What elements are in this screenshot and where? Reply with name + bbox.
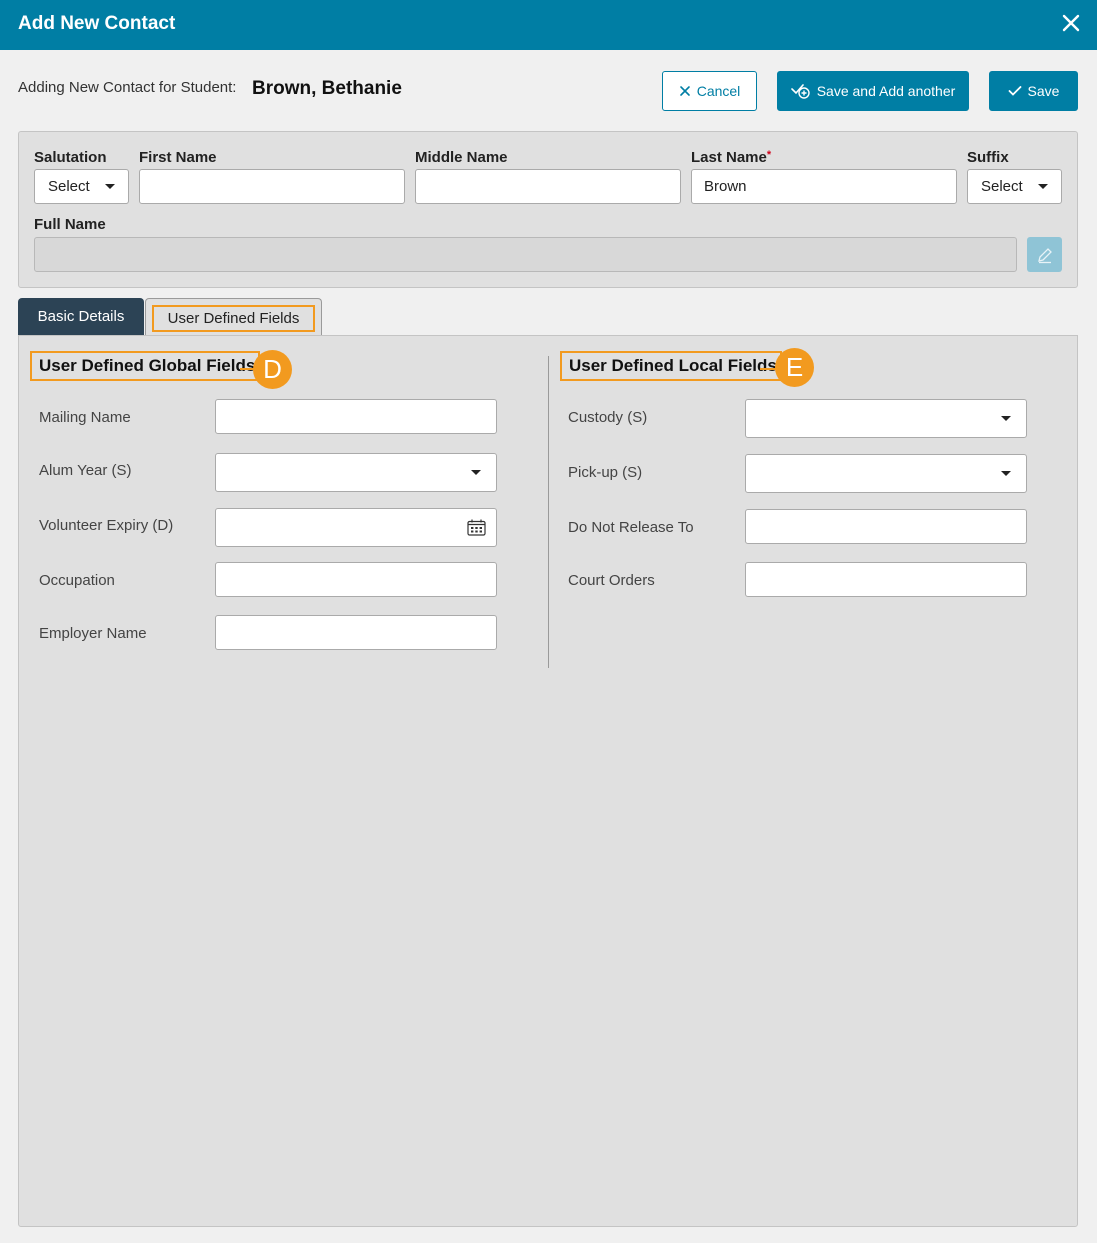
- salutation-select[interactable]: Select: [34, 169, 129, 204]
- section-divider: [548, 356, 549, 668]
- do-not-release-label: Do Not Release To: [568, 519, 694, 536]
- employer-name-field[interactable]: [215, 615, 497, 650]
- caret-down-icon: [1038, 184, 1048, 189]
- custody-label: Custody (S): [568, 409, 648, 426]
- volunteer-expiry-label: Volunteer Expiry (D): [39, 517, 174, 534]
- add-check-icon: [790, 84, 810, 99]
- custody-select[interactable]: [745, 399, 1027, 438]
- cancel-label: Cancel: [696, 83, 741, 99]
- suffix-value: Select: [981, 178, 1023, 195]
- x-icon: [679, 86, 690, 96]
- court-orders-field[interactable]: [745, 562, 1027, 597]
- callout-line: [240, 368, 254, 370]
- last-name-label: Last Name*: [691, 149, 771, 166]
- last-name-label-text: Last Name: [691, 149, 767, 166]
- tab-basic-details[interactable]: Basic Details: [18, 298, 144, 335]
- do-not-release-field[interactable]: [745, 509, 1027, 544]
- middle-name-field[interactable]: [415, 169, 681, 204]
- full-name-field: [34, 237, 1017, 272]
- volunteer-expiry-field[interactable]: [215, 508, 497, 547]
- employer-name-label: Employer Name: [39, 625, 147, 642]
- local-fields-title: User Defined Local Fields: [560, 351, 782, 381]
- salutation-value: Select: [48, 178, 90, 195]
- save-and-add-label: Save and Add another: [816, 83, 956, 99]
- pick-up-label: Pick-up (S): [568, 464, 643, 481]
- callout-badge-d: D: [253, 350, 292, 389]
- caret-down-icon: [471, 470, 481, 475]
- edit-full-name-button[interactable]: [1027, 237, 1062, 272]
- calendar-icon[interactable]: [467, 519, 486, 536]
- caret-down-icon: [105, 184, 115, 189]
- dialog-title: Add New Contact: [18, 13, 176, 34]
- suffix-select[interactable]: Select: [967, 169, 1062, 204]
- occupation-label: Occupation: [39, 572, 115, 589]
- student-name: Brown, Bethanie: [252, 78, 402, 99]
- cancel-button[interactable]: Cancel: [662, 71, 757, 111]
- mailing-name-label: Mailing Name: [39, 409, 131, 426]
- student-label: Adding New Contact for Student:: [18, 79, 237, 96]
- alum-year-label: Alum Year (S): [39, 462, 132, 479]
- check-icon: [1008, 86, 1021, 96]
- name-section: Salutation Select First Name Middle Name…: [18, 131, 1078, 288]
- suffix-label: Suffix: [967, 149, 1009, 166]
- global-fields-title: User Defined Global Fields: [30, 351, 261, 381]
- last-name-field[interactable]: Brown: [691, 169, 957, 204]
- mailing-name-field[interactable]: [215, 399, 497, 434]
- required-marker: *: [766, 149, 772, 161]
- alum-year-select[interactable]: [215, 453, 497, 492]
- close-icon[interactable]: [1059, 11, 1083, 35]
- occupation-field[interactable]: [215, 562, 497, 597]
- pick-up-select[interactable]: [745, 454, 1027, 493]
- tab-user-defined-fields[interactable]: User Defined Fields: [145, 298, 322, 337]
- callout-line: [760, 368, 776, 370]
- caret-down-icon: [1001, 416, 1011, 421]
- user-defined-fields-panel: User Defined Global Fields D Mailing Nam…: [18, 335, 1078, 1227]
- court-orders-label: Court Orders: [568, 572, 655, 589]
- dialog-header: Add New Contact: [0, 0, 1097, 50]
- tab-user-defined-fields-label: User Defined Fields: [151, 304, 316, 332]
- salutation-label: Salutation: [34, 149, 107, 166]
- save-and-add-button[interactable]: Save and Add another: [777, 71, 969, 111]
- first-name-label: First Name: [139, 149, 217, 166]
- callout-badge-e: E: [775, 348, 814, 387]
- save-label: Save: [1027, 83, 1060, 99]
- first-name-field[interactable]: [139, 169, 405, 204]
- save-button[interactable]: Save: [989, 71, 1078, 111]
- full-name-label: Full Name: [34, 216, 106, 233]
- middle-name-label: Middle Name: [415, 149, 508, 166]
- caret-down-icon: [1001, 471, 1011, 476]
- pencil-icon: [1037, 247, 1052, 263]
